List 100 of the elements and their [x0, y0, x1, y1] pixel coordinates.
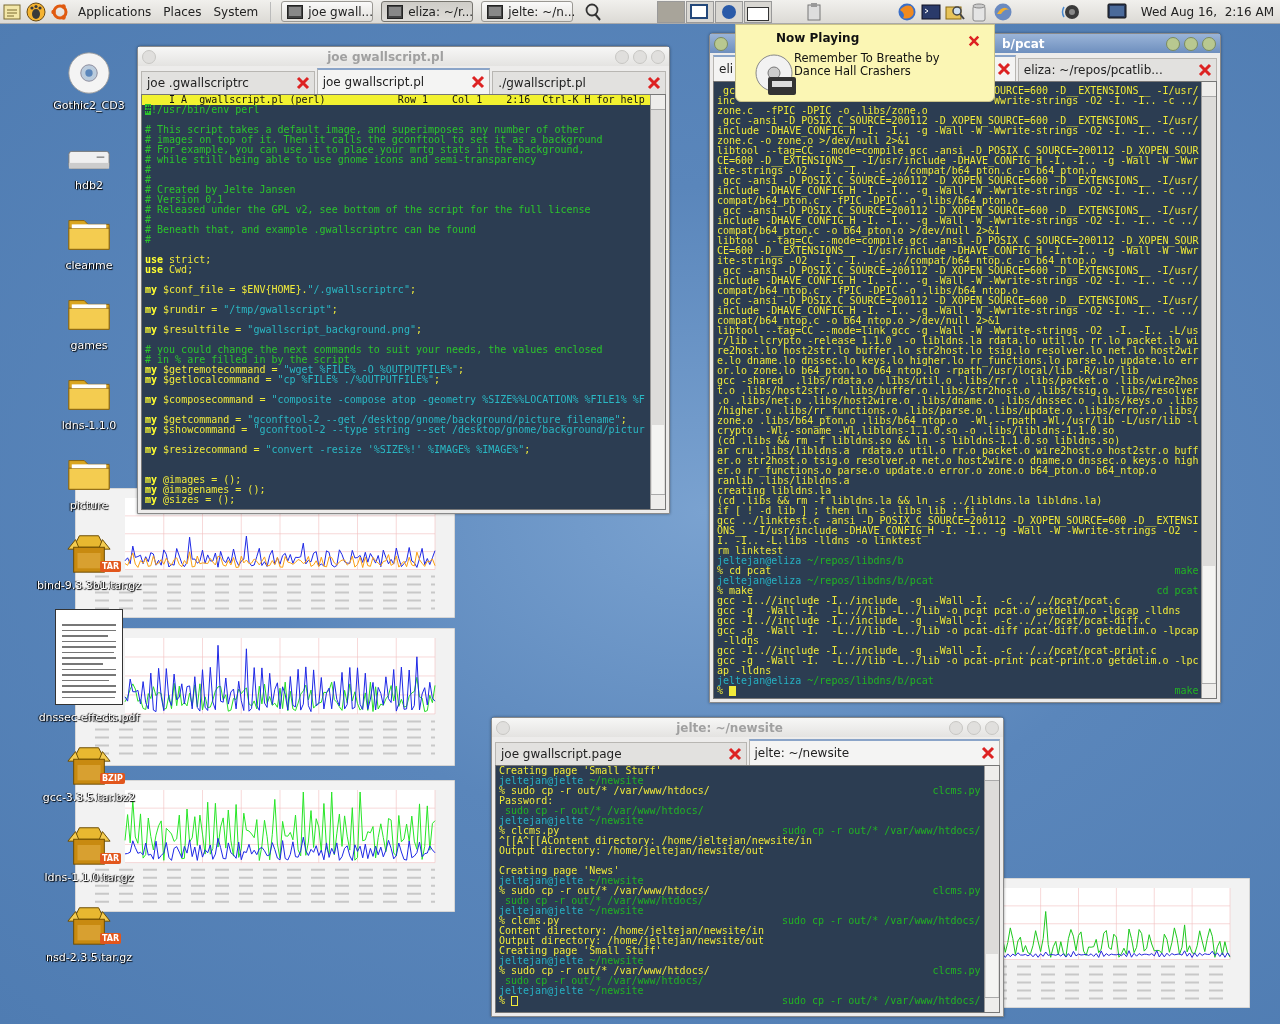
- right-prompt: clcms.py: [932, 786, 981, 796]
- prompt-line: jeltejan@jelte ~/newsite: [499, 906, 645, 916]
- terminal-line: compat/b64_pton.c -fPIC -DPIC -o .libs/b64_pton.o: [717, 196, 1019, 206]
- terminal-line: /higher.o .libs/rr_functions.o .libs/parse.o .libs/update.o .libs/error.o .libs/: [717, 406, 1200, 416]
- minimize-button[interactable]: [1166, 36, 1180, 51]
- terminal-line: gcc -ansi -D_POSIX_C_SOURCE=200112 -D_XOPEN_SOURCE=600 -D__EXTENSIONS__ -I/usr/: [723, 266, 1200, 276]
- notification-title: Now Playing: [776, 31, 861, 45]
- window-title: jelte: ~/newsite: [674, 720, 784, 735]
- terminal-icon[interactable]: [920, 1, 941, 22]
- window-title: joe gwallscript.pl: [325, 49, 445, 64]
- terminal-line: creating libldns.la: [717, 486, 833, 496]
- terminal-line: include -DHAVE_CONFIG_H -I. -I.. -g -Wall -W -Wwrite-strings -O2 -I. -I.. -c ../: [717, 186, 1200, 196]
- terminal-line: Output directory: /home/jeltejan/newsite/out: [499, 846, 764, 856]
- terminal-line: e.lo dname.lo dnssec.lo keys.lo higher.lo rr_functions.lo parse.lo update.lo err: [717, 356, 1200, 366]
- terminal-line: gcc -I..//include -I../include -g -Wall -I. -c ../../pcat/pcat-print.c: [717, 646, 1158, 656]
- command-text: %: [499, 996, 506, 1006]
- tab[interactable]: joe gwallscript.page: [495, 742, 747, 765]
- close-button[interactable]: [968, 35, 980, 47]
- terminal-line: (cd .libs && rm -f libldns.la && ln -s ../libldns.la libldns.la): [717, 496, 1104, 506]
- terminal-icon: [387, 4, 404, 19]
- tab-close-button[interactable]: [471, 75, 486, 89]
- scrollbar[interactable]: [1201, 82, 1216, 698]
- taskbar-button[interactable]: eliza: ~/r...: [381, 1, 474, 22]
- panel-menu[interactable]: Places: [159, 4, 206, 19]
- clock[interactable]: Wed Aug 16, 2:16 AM: [1140, 4, 1274, 19]
- prompt-line: jeltejan@eliza ~/repos/libdns/b: [717, 556, 905, 566]
- code-line: my @images = ();: [145, 475, 243, 485]
- icon-label[interactable]: nsd-2.3.5.tar.gz: [46, 951, 132, 964]
- terminal-line: ite-strings -O2 -I. -I.. -c ../compat/b64_pton.c -o b64_pton.o: [717, 166, 1097, 176]
- terminal-line: libtool --tag=CC --mode=link gcc -g -Wall -W -Wwrite-strings -O2 -I. -I.. -L/us: [717, 326, 1200, 336]
- icon-label[interactable]: hdb2: [75, 179, 103, 192]
- terminal-line: ranlib .libs/libldns.a: [717, 476, 850, 486]
- globe-icon[interactable]: [896, 1, 917, 22]
- terminal-line: libtool --tag=CC --mode=compile gcc -ansi -D_POSIX_C_SOURCE=200112 -D_XOPEN_SOUR: [717, 236, 1200, 246]
- tab[interactable]: jelte: ~/newsite: [748, 739, 1000, 765]
- icon-label[interactable]: ldns-1.1.0: [61, 419, 117, 432]
- tab[interactable]: ./gwallscript.pl: [492, 71, 666, 94]
- tab-close-button[interactable]: [727, 747, 742, 761]
- window-menu-button[interactable]: [714, 36, 728, 51]
- terminal-line: include -DHAVE_CONFIG_H -I. -I.. -g -Wall -W -Wwrite-strings -O2 -I. -I.. -c ../: [717, 276, 1200, 286]
- terminal-line: gcc ../linktest.c -ansi -D_POSIX_C_SOURCE=200112 -D_XOPEN_SOURCE=600 -D__EXTENSI: [717, 516, 1200, 526]
- prompt-line: jeltejan@jelte ~/newsite: [499, 986, 645, 996]
- code-line: my $composecommand = "composite -compose atop -geometry %SIZE%%LOCATION% %FILE1% %F: [145, 395, 646, 405]
- tab[interactable]: eliza: ~/repos/pcatlib...: [1017, 58, 1217, 81]
- code-line: # Released under the GPL v2, see bottom of the script for the full license: [145, 205, 592, 215]
- taskbar-button[interactable]: joe gwall...: [281, 1, 374, 22]
- code-line: # in % are filled in by the script: [145, 355, 351, 365]
- tab[interactable]: joe gwallscript.pl: [316, 68, 491, 94]
- command-text: % sudo cp -r out/* /var/www/htdocs/: [499, 786, 710, 796]
- tab-close-button[interactable]: [295, 76, 310, 90]
- code-line: #!/usr/bin/env perl: [145, 105, 260, 115]
- prompt-line: jeltejan@jelte ~/newsite: [499, 776, 645, 786]
- command-text: % sudo cp -r out/* /var/www/htdocs/: [499, 966, 710, 976]
- panel-menu[interactable]: System: [209, 4, 263, 19]
- icon-label[interactable]: games: [70, 339, 108, 352]
- tab-close-button[interactable]: [647, 76, 661, 90]
- terminal-line: sudo cp -r out/* /var/www/htdocs/: [504, 976, 705, 986]
- icon-label[interactable]: cleanme: [65, 259, 113, 272]
- code-line: # Created by Jelte Jansen: [145, 185, 297, 195]
- tab-close-button[interactable]: [1198, 63, 1212, 77]
- command-text: % clcms.py: [499, 826, 560, 836]
- terminal-line: if [ ! -d lib ] ; then ln -s .libs lib ; fi ;: [717, 506, 988, 516]
- workspace-pager[interactable]: [657, 0, 773, 23]
- scrollbar[interactable]: [984, 766, 999, 1012]
- terminal-line: OURCE=600 -D__EXTENSIONS__ -I/usr/: [993, 86, 1199, 96]
- tab-close-button[interactable]: [996, 62, 1011, 76]
- right-prompt: clcms.py: [932, 966, 981, 976]
- document-thumbnail[interactable]: [55, 609, 123, 705]
- terminal-line: crypto -Wl,-soname -Wl,libldns-1.1.0.so -o .libs/libldns-1.1.0.so: [717, 426, 1116, 436]
- tab[interactable]: joe .gwallscriptrc: [141, 71, 315, 94]
- magnifier-icon[interactable]: [583, 1, 604, 22]
- code-line: #: [145, 175, 153, 185]
- terminal-line: include -DHAVE_CONFIG_H -I. -I.. -g -Wall -W -Wwrite-strings -O2 -I. -I.. -c ../: [717, 306, 1200, 316]
- panel-menu[interactable]: Applications: [74, 4, 156, 19]
- code-line: my $rundir = "/tmp/gwallscript";: [145, 305, 339, 315]
- cd-icon[interactable]: [66, 51, 112, 95]
- monitor-icon[interactable]: [1106, 1, 1127, 22]
- code-line: # while still being able to use gnome icons and semi-transparency: [145, 155, 537, 165]
- foot-icon[interactable]: [26, 1, 46, 22]
- code-line: my $conf_file = $ENV{HOME}."/.gwallscriptrc";: [145, 285, 417, 295]
- code-line: use strict;: [145, 255, 213, 265]
- right-prompt: cd pcat: [1156, 586, 1199, 596]
- right-prompt: sudo cp -r out/* /var/www/htdocs/: [781, 916, 981, 926]
- terminal-line: gcc -ansi -D_POSIX_C_SOURCE=200112 -D_XOPEN_SOURCE=600 -D__EXTENSIONS__ -I/usr/: [723, 206, 1200, 216]
- prompt-line: jeltejan@jelte ~/newsite: [499, 816, 645, 826]
- terminal-line: t.o .libs/host2str.o .libs/buffer.o .libs/str2host.o .libs/tsig.o .libs/resolver: [717, 386, 1200, 396]
- icon-label[interactable]: Gothic2_CD3: [53, 99, 125, 112]
- code-line: my $getcommand = "gconftool-2 --get /desktop/gnome/background/picture_filename";: [145, 415, 627, 425]
- terminal-line: gcc -shared .libs/rdata.o .libs/util.o .libs/rr.o .libs/packet.o .libs/wire2hos: [717, 376, 1200, 386]
- code-line: my $getlocalcommand = "cp %FILE% ./%OUTPUTFILE%";: [145, 375, 442, 385]
- close-button[interactable]: [1202, 36, 1216, 51]
- maximize-button[interactable]: [1184, 36, 1198, 51]
- terminal-line: gcc -I..//include -I../include -g -Wall -I. -c ../../pcat/pcat-diff.c: [717, 616, 1152, 626]
- taskbar-button[interactable]: jelte: ~/n...: [481, 1, 574, 22]
- right-prompt: clcms.py: [932, 886, 981, 896]
- terminal-line: Output directory: /home/jeltejan/newsite/out: [499, 936, 765, 946]
- scrollbar[interactable]: [650, 95, 665, 509]
- code-line: my $getremotecommand = "wget %FILE% -O %OUTPUTFILE%";: [145, 365, 466, 375]
- terminal-line: Content directory: /home/jeltejan/newsite/in: [499, 926, 765, 936]
- tab-close-button[interactable]: [981, 746, 995, 760]
